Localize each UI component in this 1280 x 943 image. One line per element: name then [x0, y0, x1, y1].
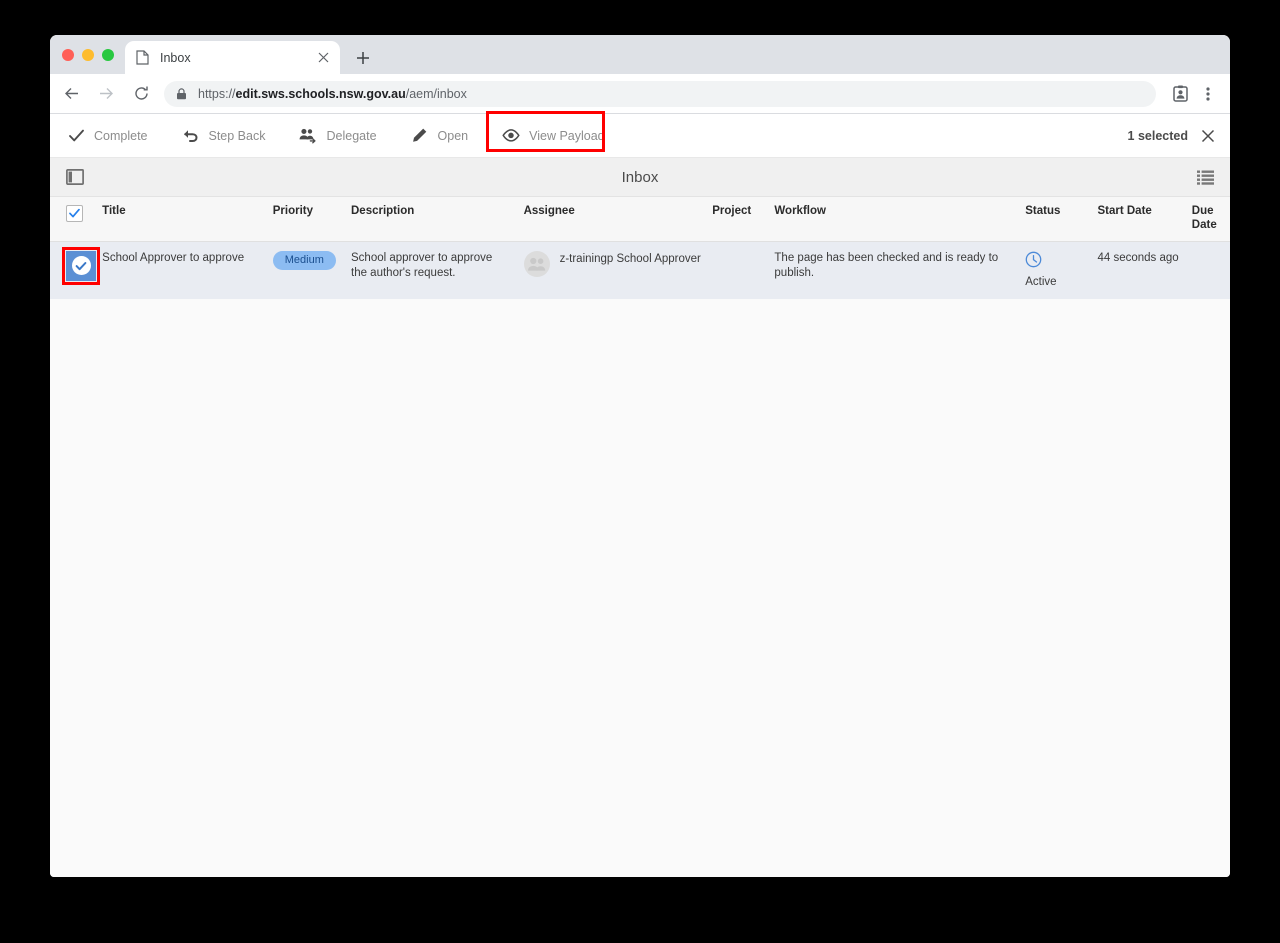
select-all-checkbox[interactable] [66, 205, 83, 222]
row-status-cell: Active [1025, 241, 1098, 300]
checkmark-icon [67, 127, 85, 145]
row-assignee-cell: z-trainingp School Approver [523, 241, 713, 300]
browser-nav-bar: https://edit.sws.schools.nsw.gov.au/aem/… [50, 74, 1230, 114]
row-priority-cell: Medium [272, 241, 351, 300]
view-payload-label: View Payload [529, 128, 605, 143]
row-checkbox-wrapper [62, 246, 101, 285]
close-icon[interactable] [315, 50, 331, 66]
row-project [712, 241, 775, 300]
row-checkbox[interactable] [66, 250, 97, 281]
page-icon [134, 50, 150, 66]
close-icon[interactable] [1200, 128, 1216, 144]
browser-toolbar-right [1166, 80, 1222, 108]
tab-strip: Inbox [50, 35, 1230, 74]
clock-icon [1025, 251, 1042, 273]
people-delegate-icon [299, 127, 317, 145]
row-title: School Approver to approve [102, 241, 273, 300]
column-header-priority[interactable]: Priority [272, 197, 351, 242]
table-header-row: Title Priority Description Assignee Proj… [50, 197, 1230, 242]
group-avatar-icon [523, 250, 550, 277]
row-select-cell [50, 241, 103, 300]
open-button[interactable]: Open [394, 114, 486, 157]
table-header: Title Priority Description Assignee Proj… [50, 197, 1230, 242]
table-row[interactable]: School Approver to approve Medium School… [50, 241, 1230, 300]
reload-icon[interactable] [127, 80, 155, 108]
complete-label: Complete [94, 128, 148, 143]
inbox-header-bar: Inbox [50, 158, 1230, 197]
aem-inbox-app: Complete Step Back Delegate Open View Pa… [50, 114, 1230, 877]
minimize-window-button[interactable] [82, 49, 94, 61]
row-description: School approver to approve the author's … [351, 241, 524, 300]
priority-badge: Medium [272, 250, 336, 270]
check-circle-icon [71, 256, 91, 276]
delegate-button[interactable]: Delegate [282, 114, 393, 157]
column-header-status[interactable]: Status [1025, 197, 1098, 242]
column-header-workflow[interactable]: Workflow [774, 197, 1026, 242]
new-tab-button[interactable] [350, 45, 376, 71]
step-back-button[interactable]: Step Back [165, 114, 283, 157]
column-header-start-date[interactable]: Start Date [1097, 197, 1192, 242]
page-title: Inbox [621, 168, 659, 186]
url-host: edit.sws.schools.nsw.gov.au [235, 86, 406, 101]
row-due-date [1191, 241, 1230, 300]
selection-count-label: 1 selected [1127, 128, 1188, 143]
row-workflow: The page has been checked and is ready t… [774, 241, 1026, 300]
arrow-left-icon[interactable] [57, 80, 85, 108]
profile-card-icon[interactable] [1166, 80, 1194, 108]
view-payload-button[interactable]: View Payload [485, 114, 622, 157]
status-label: Active [1025, 275, 1057, 288]
address-bar[interactable]: https://edit.sws.schools.nsw.gov.au/aem/… [164, 80, 1156, 107]
assignee-wrapper: z-trainingp School Approver [523, 250, 713, 277]
browser-tab-inbox[interactable]: Inbox [125, 41, 340, 74]
column-header-description[interactable]: Description [351, 197, 524, 242]
column-header-due-date[interactable]: Due Date [1191, 197, 1230, 242]
complete-button[interactable]: Complete [50, 114, 165, 157]
browser-window: Inbox https://edit.sws.schools.nsw.gov.a… [50, 35, 1230, 877]
three-dot-menu-icon[interactable] [1194, 80, 1222, 108]
column-header-project[interactable]: Project [712, 197, 775, 242]
open-label: Open [437, 128, 469, 143]
undo-arrow-icon [182, 127, 200, 145]
row-start-date: 44 seconds ago [1097, 241, 1192, 300]
select-all-header [50, 197, 103, 242]
assignee-name: z-trainingp School Approver [559, 252, 701, 265]
window-traffic-lights [62, 49, 114, 61]
url-scheme: https:// [198, 86, 236, 101]
action-toolbar: Complete Step Back Delegate Open View Pa… [50, 114, 1230, 158]
arrow-right-icon[interactable] [92, 80, 120, 108]
delegate-label: Delegate [326, 128, 377, 143]
column-header-title[interactable]: Title [102, 197, 273, 242]
eye-icon [502, 127, 520, 145]
maximize-window-button[interactable] [102, 49, 114, 61]
step-back-label: Step Back [208, 128, 266, 143]
column-header-assignee[interactable]: Assignee [523, 197, 713, 242]
status-badge: Active [1025, 251, 1097, 291]
browser-tab-title: Inbox [160, 50, 191, 65]
pencil-icon [411, 127, 429, 145]
address-bar-url: https://edit.sws.schools.nsw.gov.au/aem/… [198, 87, 467, 101]
lock-icon [176, 87, 188, 100]
inbox-table: Title Priority Description Assignee Proj… [50, 197, 1230, 300]
url-path: /aem/inbox [405, 86, 467, 101]
table-body: School Approver to approve Medium School… [50, 241, 1230, 300]
close-window-button[interactable] [62, 49, 74, 61]
selection-status: 1 selected [1128, 128, 1230, 144]
